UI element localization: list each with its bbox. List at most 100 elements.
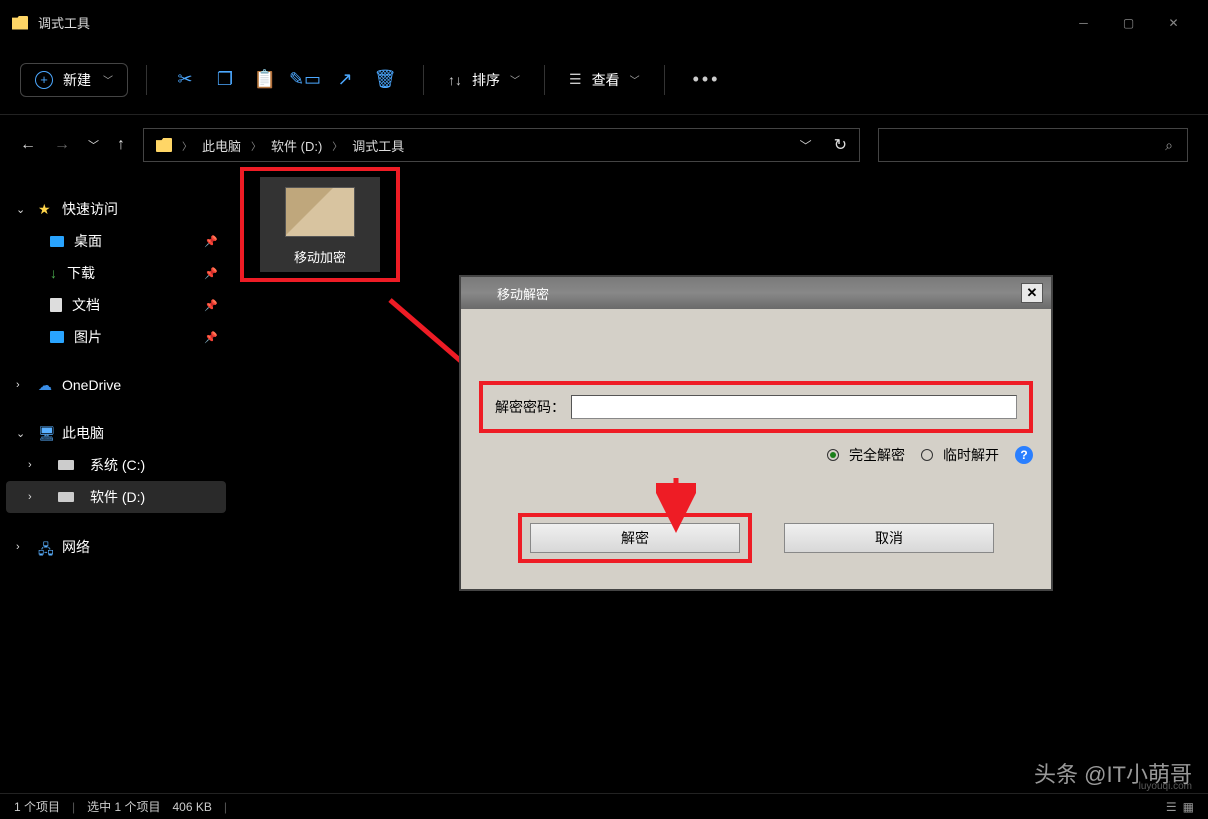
- delete-icon[interactable]: 🗑: [365, 60, 405, 100]
- sidebar-item-label: 桌面: [74, 231, 102, 251]
- file-thumbnail: [285, 187, 355, 237]
- chevron-down-icon: ﹀: [510, 72, 520, 87]
- sidebar-pictures[interactable]: 图片 📌: [6, 321, 226, 353]
- sidebar-item-label: 系统 (C:): [90, 455, 145, 475]
- rename-icon[interactable]: ✎▭: [285, 60, 325, 100]
- network-icon: 🖧: [38, 539, 54, 555]
- sidebar-item-label: 网络: [62, 537, 90, 557]
- folder-icon: [12, 16, 28, 30]
- radio-temp-open[interactable]: [921, 449, 933, 461]
- radio-label: 完全解密: [849, 445, 905, 465]
- plus-icon: +: [35, 71, 53, 89]
- annotation-box: 解密密码：: [479, 381, 1033, 433]
- pin-icon: 📌: [204, 235, 218, 248]
- help-icon[interactable]: ?: [1015, 446, 1033, 464]
- desktop-icon: [50, 236, 64, 247]
- breadcrumb-item[interactable]: 此电脑: [202, 136, 241, 155]
- back-button[interactable]: ←: [20, 136, 36, 154]
- decrypt-button[interactable]: 解密: [530, 523, 740, 553]
- sidebar-documents[interactable]: 文档 📌: [6, 289, 226, 321]
- share-icon[interactable]: ↗: [325, 60, 365, 100]
- chevron-right-icon: ›: [16, 541, 30, 553]
- star-icon: ★: [38, 201, 54, 217]
- forward-button[interactable]: →: [54, 136, 70, 154]
- search-icon: ⌕: [1165, 137, 1173, 154]
- download-icon: ↓: [50, 265, 57, 281]
- sidebar-desktop[interactable]: 桌面 📌: [6, 225, 226, 257]
- chevron-right-icon: 〉: [332, 138, 342, 153]
- breadcrumb-item[interactable]: 调式工具: [352, 136, 404, 155]
- breadcrumb-item[interactable]: 软件 (D:): [271, 136, 322, 155]
- drive-icon: [58, 492, 74, 502]
- refresh-icon[interactable]: ↻: [834, 135, 847, 155]
- chevron-right-icon: 〉: [182, 138, 192, 153]
- titlebar: 调式工具 ─ ▢ ✕: [0, 0, 1208, 45]
- chevron-right-icon: ›: [16, 379, 30, 391]
- maximize-button[interactable]: ▢: [1106, 8, 1151, 38]
- content-area: 移动加密 移动解密 ✕ 解密密码：: [232, 175, 1208, 793]
- toolbar: + 新建 ﹀ ✂ ❐ 📋 ✎▭ ↗ 🗑 ↑↓ 排序 ﹀ ☰ 查看 ﹀ •••: [0, 45, 1208, 115]
- sort-icon: ↑↓: [448, 72, 462, 88]
- chevron-right-icon: ›: [28, 459, 42, 471]
- radio-full-decrypt[interactable]: [827, 449, 839, 461]
- recent-button[interactable]: ﹀: [88, 137, 99, 153]
- view-button[interactable]: ☰ 查看 ﹀: [563, 70, 646, 90]
- cloud-icon: ☁: [38, 377, 54, 393]
- minimize-button[interactable]: ─: [1061, 8, 1106, 38]
- pc-icon: 🖥: [38, 425, 54, 441]
- sidebar-this-pc[interactable]: ⌄ 🖥 此电脑: [6, 417, 226, 449]
- sidebar-item-label: 软件 (D:): [90, 487, 145, 507]
- details-view-icon[interactable]: ☰: [1166, 800, 1177, 814]
- view-label: 查看: [592, 70, 620, 90]
- chevron-right-icon: 〉: [251, 138, 261, 153]
- file-item[interactable]: 移动加密: [260, 177, 380, 272]
- sort-label: 排序: [472, 70, 500, 90]
- copy-icon[interactable]: ❐: [205, 60, 245, 100]
- chevron-down-icon[interactable]: ﹀: [800, 137, 812, 154]
- watermark-sub: luyouqi.com: [1139, 781, 1192, 792]
- chevron-down-icon: ⌄: [16, 427, 30, 440]
- address-bar[interactable]: 〉 此电脑 〉 软件 (D:) 〉 调式工具 ﹀ ↻: [143, 128, 860, 162]
- new-button[interactable]: + 新建 ﹀: [20, 63, 128, 97]
- folder-icon: [156, 138, 172, 152]
- radio-label: 临时解开: [943, 445, 999, 465]
- sidebar-network[interactable]: › 🖧 网络: [6, 531, 226, 563]
- annotation-box: 解密: [518, 513, 752, 563]
- more-button[interactable]: •••: [683, 69, 731, 90]
- statusbar: 1 个项目 | 选中 1 个项目 406 KB | ☰ ▦: [0, 793, 1208, 819]
- status-count: 1 个项目: [14, 798, 60, 815]
- sidebar-item-label: OneDrive: [62, 377, 121, 393]
- sidebar: ⌄ ★ 快速访问 桌面 📌 ↓ 下载 📌 文档 📌 图片 📌 › ☁ OneDri…: [0, 175, 232, 793]
- address-row: ← → ﹀ ↑ 〉 此电脑 〉 软件 (D:) 〉 调式工具 ﹀ ↻ ⌕: [0, 115, 1208, 175]
- sidebar-drive-c[interactable]: › 系统 (C:): [6, 449, 226, 481]
- sort-button[interactable]: ↑↓ 排序 ﹀: [442, 70, 526, 90]
- window-title: 调式工具: [38, 13, 90, 32]
- sidebar-item-label: 图片: [74, 327, 102, 347]
- decrypt-dialog: 移动解密 ✕ 解密密码： 完全解密 临时解开 ?: [459, 275, 1053, 591]
- paste-icon[interactable]: 📋: [245, 60, 285, 100]
- dialog-titlebar[interactable]: 移动解密 ✕: [461, 277, 1051, 309]
- sidebar-item-label: 此电脑: [62, 423, 104, 443]
- search-input[interactable]: ⌕: [878, 128, 1188, 162]
- sidebar-item-label: 快速访问: [62, 199, 118, 219]
- cancel-button[interactable]: 取消: [784, 523, 994, 553]
- sidebar-downloads[interactable]: ↓下载 📌: [6, 257, 226, 289]
- dialog-title: 移动解密: [497, 284, 549, 303]
- sidebar-item-label: 下载: [67, 263, 95, 283]
- sidebar-item-label: 文档: [72, 295, 100, 315]
- tiles-view-icon[interactable]: ▦: [1183, 800, 1194, 814]
- drive-icon: [58, 460, 74, 470]
- chevron-down-icon: ﹀: [103, 72, 113, 87]
- chevron-down-icon: ﹀: [630, 72, 640, 87]
- sidebar-drive-d[interactable]: › 软件 (D:): [6, 481, 226, 513]
- close-button[interactable]: ✕: [1151, 8, 1196, 38]
- dialog-close-button[interactable]: ✕: [1021, 283, 1043, 303]
- sidebar-quick-access[interactable]: ⌄ ★ 快速访问: [6, 193, 226, 225]
- watermark: 头条 @IT小萌哥 luyouqi.com: [1034, 757, 1192, 789]
- up-button[interactable]: ↑: [117, 136, 125, 154]
- dialog-body: 解密密码： 完全解密 临时解开 ?: [461, 309, 1051, 589]
- sidebar-onedrive[interactable]: › ☁ OneDrive: [6, 371, 226, 399]
- annotation-box: 移动加密: [240, 167, 400, 282]
- password-input[interactable]: [571, 395, 1017, 419]
- cut-icon[interactable]: ✂: [165, 60, 205, 100]
